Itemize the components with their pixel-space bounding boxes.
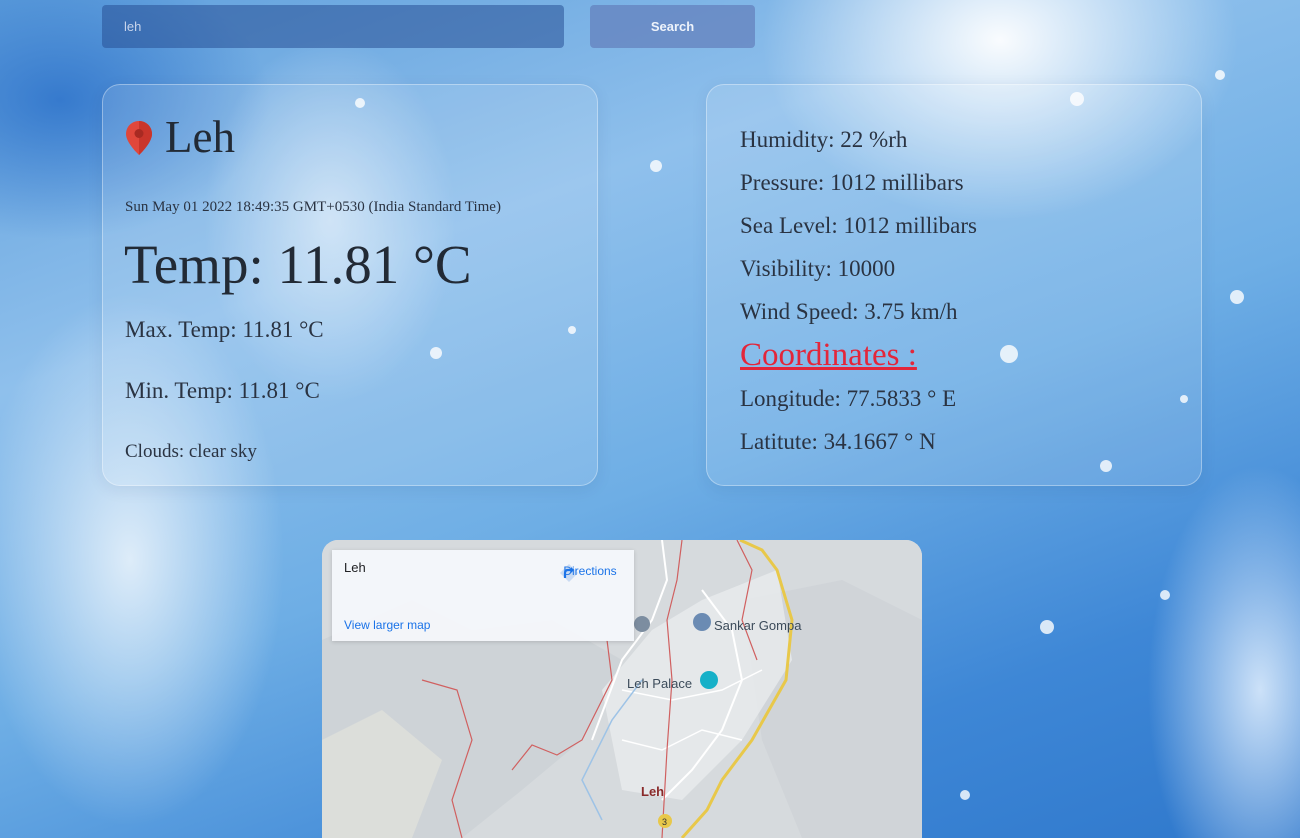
search-bar bbox=[102, 5, 564, 48]
humidity-stat: Humidity: 22 %rh bbox=[740, 127, 908, 152]
embedded-map[interactable]: 3 Sankar Gompa Leh Palace Leh Leh View l… bbox=[322, 540, 922, 838]
visibility-stat: Visibility: 10000 bbox=[740, 256, 896, 281]
min-temperature: Min. Temp: 11.81 °C bbox=[125, 378, 320, 403]
gear-icon[interactable] bbox=[634, 616, 650, 632]
map-label-leh-palace[interactable]: Leh Palace bbox=[627, 676, 692, 691]
snowflake bbox=[1215, 70, 1225, 80]
snowflake bbox=[960, 790, 970, 800]
route-number-label: 3 bbox=[662, 817, 667, 827]
sea-level-stat: Sea Level: 1012 millibars bbox=[740, 213, 977, 238]
latitude-stat: Latitute: 34.1667 ° N bbox=[740, 429, 936, 454]
snowflake bbox=[1040, 620, 1054, 634]
map-place-title: Leh bbox=[344, 560, 366, 575]
snowflake bbox=[1160, 590, 1170, 600]
directions-button[interactable]: Directions bbox=[558, 562, 622, 582]
snowflake bbox=[1230, 290, 1244, 304]
longitude-stat: Longitude: 77.5833 ° E bbox=[740, 386, 957, 411]
snowflake bbox=[650, 160, 662, 172]
temple-icon[interactable] bbox=[693, 613, 711, 631]
wind-speed-stat: Wind Speed: 3.75 km/h bbox=[740, 299, 958, 324]
view-larger-map-link[interactable]: View larger map bbox=[344, 618, 430, 632]
map-label-sankar-gompa[interactable]: Sankar Gompa bbox=[714, 618, 801, 633]
map-label-leh[interactable]: Leh bbox=[641, 784, 664, 799]
clouds-description: Clouds: clear sky bbox=[125, 441, 257, 462]
max-temperature: Max. Temp: 11.81 °C bbox=[125, 317, 324, 342]
current-weather-card: Leh Sun May 01 2022 18:49:35 GMT+0530 (I… bbox=[102, 84, 598, 486]
map-pin-icon bbox=[126, 120, 152, 155]
search-input[interactable] bbox=[122, 18, 544, 35]
coordinates-heading: Coordinates : bbox=[740, 337, 917, 373]
camera-icon[interactable] bbox=[700, 671, 718, 689]
directions-icon bbox=[560, 564, 578, 582]
pressure-stat: Pressure: 1012 millibars bbox=[740, 170, 964, 195]
map-place-card: Leh View larger map Directions bbox=[332, 550, 634, 641]
temperature: Temp: 11.81 °C bbox=[124, 234, 472, 295]
search-button[interactable]: Search bbox=[590, 5, 755, 48]
weather-details-card: Humidity: 22 %rh Pressure: 1012 millibar… bbox=[706, 84, 1202, 486]
datetime-text: Sun May 01 2022 18:49:35 GMT+0530 (India… bbox=[125, 199, 501, 215]
city-header: Leh bbox=[125, 115, 235, 160]
city-name: Leh bbox=[165, 112, 235, 162]
